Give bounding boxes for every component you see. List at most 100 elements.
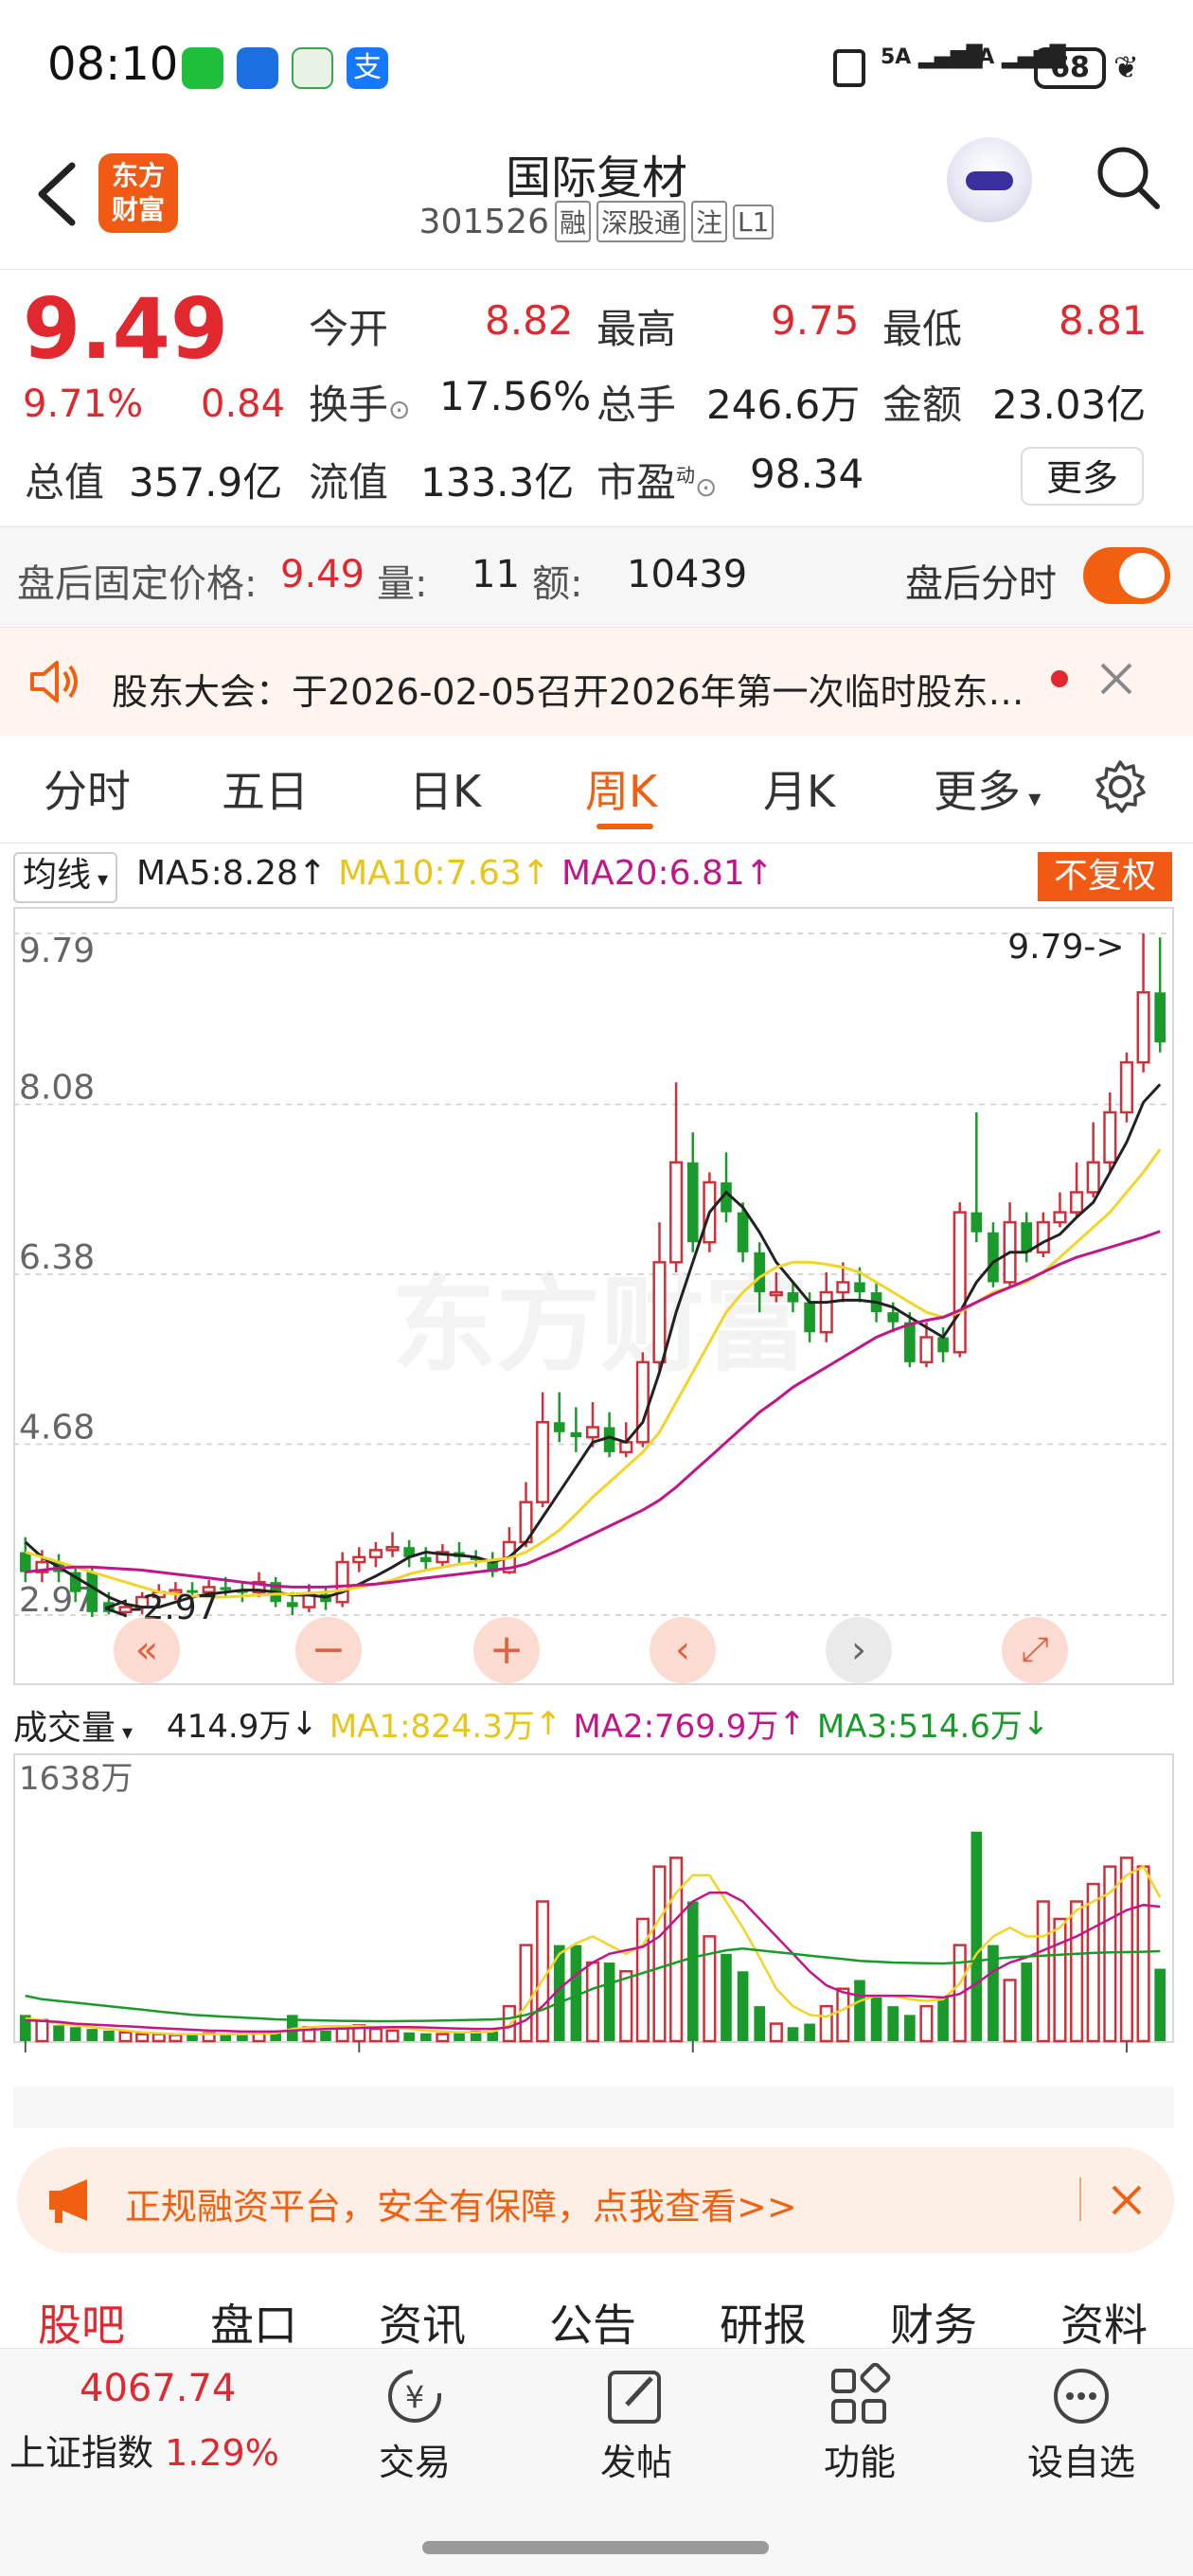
- candle-body: [1119, 1060, 1134, 1114]
- notice-close-button[interactable]: [1096, 659, 1136, 699]
- candle-body: [937, 1337, 949, 1353]
- pe-value: 98.34: [750, 451, 864, 497]
- candle-body: [335, 1560, 349, 1604]
- tab-five-day[interactable]: 五日: [222, 757, 309, 820]
- y-tick-label: 2.97: [19, 1581, 95, 1620]
- ma10-value: MA10:7.63: [338, 854, 522, 893]
- tab-news[interactable]: 资讯: [379, 2291, 466, 2354]
- prev-button[interactable]: ‹: [650, 1617, 716, 1683]
- tab-order-book[interactable]: 盘口: [210, 2291, 297, 2354]
- tab-daily-k[interactable]: 日K: [409, 757, 481, 820]
- volume-selector[interactable]: 成交量 ▾: [13, 1700, 133, 1750]
- ma10-arrow: ↑: [521, 854, 551, 893]
- y-tick-label: 4.68: [19, 1408, 95, 1447]
- candle-body: [836, 1281, 850, 1294]
- volume-bar: [1021, 1963, 1033, 2041]
- tab-research[interactable]: 研报: [720, 2291, 807, 2354]
- search-button[interactable]: [1095, 144, 1161, 210]
- promo-text[interactable]: 正规融资平台，安全有保障，点我查看>>: [125, 2177, 797, 2230]
- volume-ma3: MA3:514.6万: [816, 1708, 1023, 1746]
- next-button[interactable]: ›: [826, 1617, 892, 1683]
- after-hours-price: 9.49: [280, 553, 365, 596]
- candlestick-chart[interactable]: 东方财富 9.798.086.384.682.979.79-><-2.97: [13, 907, 1174, 1693]
- volume-bar: [436, 2033, 450, 2043]
- nav-trade[interactable]: ¥ 交易: [367, 2363, 462, 2485]
- watermark-text: 东方财富: [392, 1265, 809, 1386]
- ma5-arrow: ↑: [297, 854, 328, 893]
- candle-body: [970, 1212, 983, 1233]
- change-amount: 0.84: [201, 382, 286, 426]
- chart-scroll-left-button[interactable]: «: [114, 1617, 180, 1683]
- volume-value: 246.6万: [706, 382, 861, 428]
- volume-bar: [454, 2032, 465, 2041]
- last-price: 9.49: [23, 280, 229, 378]
- volume-bar: [836, 1987, 850, 2043]
- candle-body: [953, 1211, 967, 1354]
- x-tick-label: 20250418: [273, 2052, 446, 2056]
- volume-bar: [1053, 1917, 1067, 2043]
- volume-bar: [35, 2018, 49, 2043]
- ma-values: MA5:8.28 ↑ MA10:7.63 ↑ MA20:6.81 ↑: [136, 854, 774, 893]
- tab-financials[interactable]: 财务: [890, 2291, 977, 2354]
- candle-body: [804, 1302, 815, 1333]
- after-hours-toggle[interactable]: [1083, 547, 1170, 604]
- speaker-icon: [27, 653, 83, 710]
- candle-body: [754, 1252, 766, 1293]
- volume-chart[interactable]: 1638万 20241206 20250418 20250912 20260203: [13, 1753, 1174, 2056]
- nav-post[interactable]: 发帖: [589, 2363, 684, 2485]
- robot-assistant-icon[interactable]: [947, 137, 1032, 222]
- volume-bar: [118, 2031, 133, 2043]
- zoom-out-button[interactable]: −: [295, 1617, 362, 1683]
- tab-profile[interactable]: 资料: [1060, 2291, 1148, 2354]
- notice-dot: [1051, 670, 1068, 687]
- open-label: 今开: [309, 306, 389, 352]
- status-time: 08:10: [47, 38, 179, 91]
- fullscreen-button[interactable]: ⤢: [1002, 1617, 1068, 1683]
- after-hours-vol-label: 量:: [377, 562, 428, 606]
- adjust-button[interactable]: 不复权: [1038, 852, 1172, 901]
- volume-ma1: MA1:824.3万: [329, 1708, 535, 1746]
- chart-settings-button[interactable]: [1091, 757, 1149, 816]
- notice-text[interactable]: 股东大会：于2026-02-05召开2026年第一次临时股东…: [112, 663, 1024, 715]
- nav-features[interactable]: 功能: [812, 2362, 907, 2485]
- search-icon: [1097, 147, 1160, 209]
- mktcap-label: 总值: [25, 459, 105, 506]
- zoom-in-button[interactable]: +: [473, 1617, 540, 1683]
- pe-label: 市盈动⊙: [596, 459, 718, 506]
- volume-bar: [135, 2033, 150, 2043]
- nav-trade-label: 交易: [378, 2442, 451, 2483]
- volume-bar: [686, 1901, 699, 2041]
- tag-connect: 深股通: [596, 201, 686, 242]
- volume-bar: [1070, 1900, 1084, 2043]
- amount-value: 23.03亿: [992, 382, 1147, 428]
- ma-selector[interactable]: 均线 ▾: [13, 852, 118, 903]
- nav-add-watchlist[interactable]: 设自选: [1024, 2363, 1138, 2485]
- home-indicator[interactable]: [422, 2541, 769, 2554]
- tab-weekly-k[interactable]: 周K: [585, 757, 657, 820]
- more-button[interactable]: 更多: [1021, 447, 1144, 506]
- index-info[interactable]: 上证指数 1.29%: [9, 2424, 279, 2476]
- tab-monthly-k[interactable]: 月K: [763, 757, 835, 820]
- battery-icon: 68: [1034, 47, 1106, 89]
- low-label: 最低: [882, 306, 963, 352]
- chart-footer-band: [13, 2087, 1174, 2128]
- volume-bar: [53, 2025, 64, 2041]
- active-tab-indicator: [596, 824, 653, 829]
- tag-margin: 融: [554, 201, 591, 242]
- volume-ma-values: 414.9万 ↓ MA1:824.3万 ↑ MA2:769.9万 ↑ MA3:514.…: [167, 1700, 1049, 1747]
- candle-body: [86, 1572, 98, 1612]
- candle-body: [220, 1587, 232, 1590]
- tab-intraday[interactable]: 分时: [44, 757, 131, 820]
- x-tick-label: 20241206: [13, 2052, 187, 2056]
- volume-bar: [519, 1944, 533, 2043]
- volume-label: 总手: [596, 382, 677, 428]
- tab-guba[interactable]: 股吧: [38, 2291, 125, 2354]
- candle-body: [819, 1290, 833, 1334]
- index-value[interactable]: 4067.74: [80, 2367, 236, 2410]
- volume-bar: [419, 2033, 432, 2041]
- promo-close-button[interactable]: [1108, 2181, 1146, 2219]
- volume-bar: [1086, 1882, 1100, 2043]
- y-tick-label: 9.79: [19, 932, 95, 970]
- tab-more[interactable]: 更多 ▾: [934, 757, 1041, 820]
- tab-announcements[interactable]: 公告: [549, 2291, 636, 2354]
